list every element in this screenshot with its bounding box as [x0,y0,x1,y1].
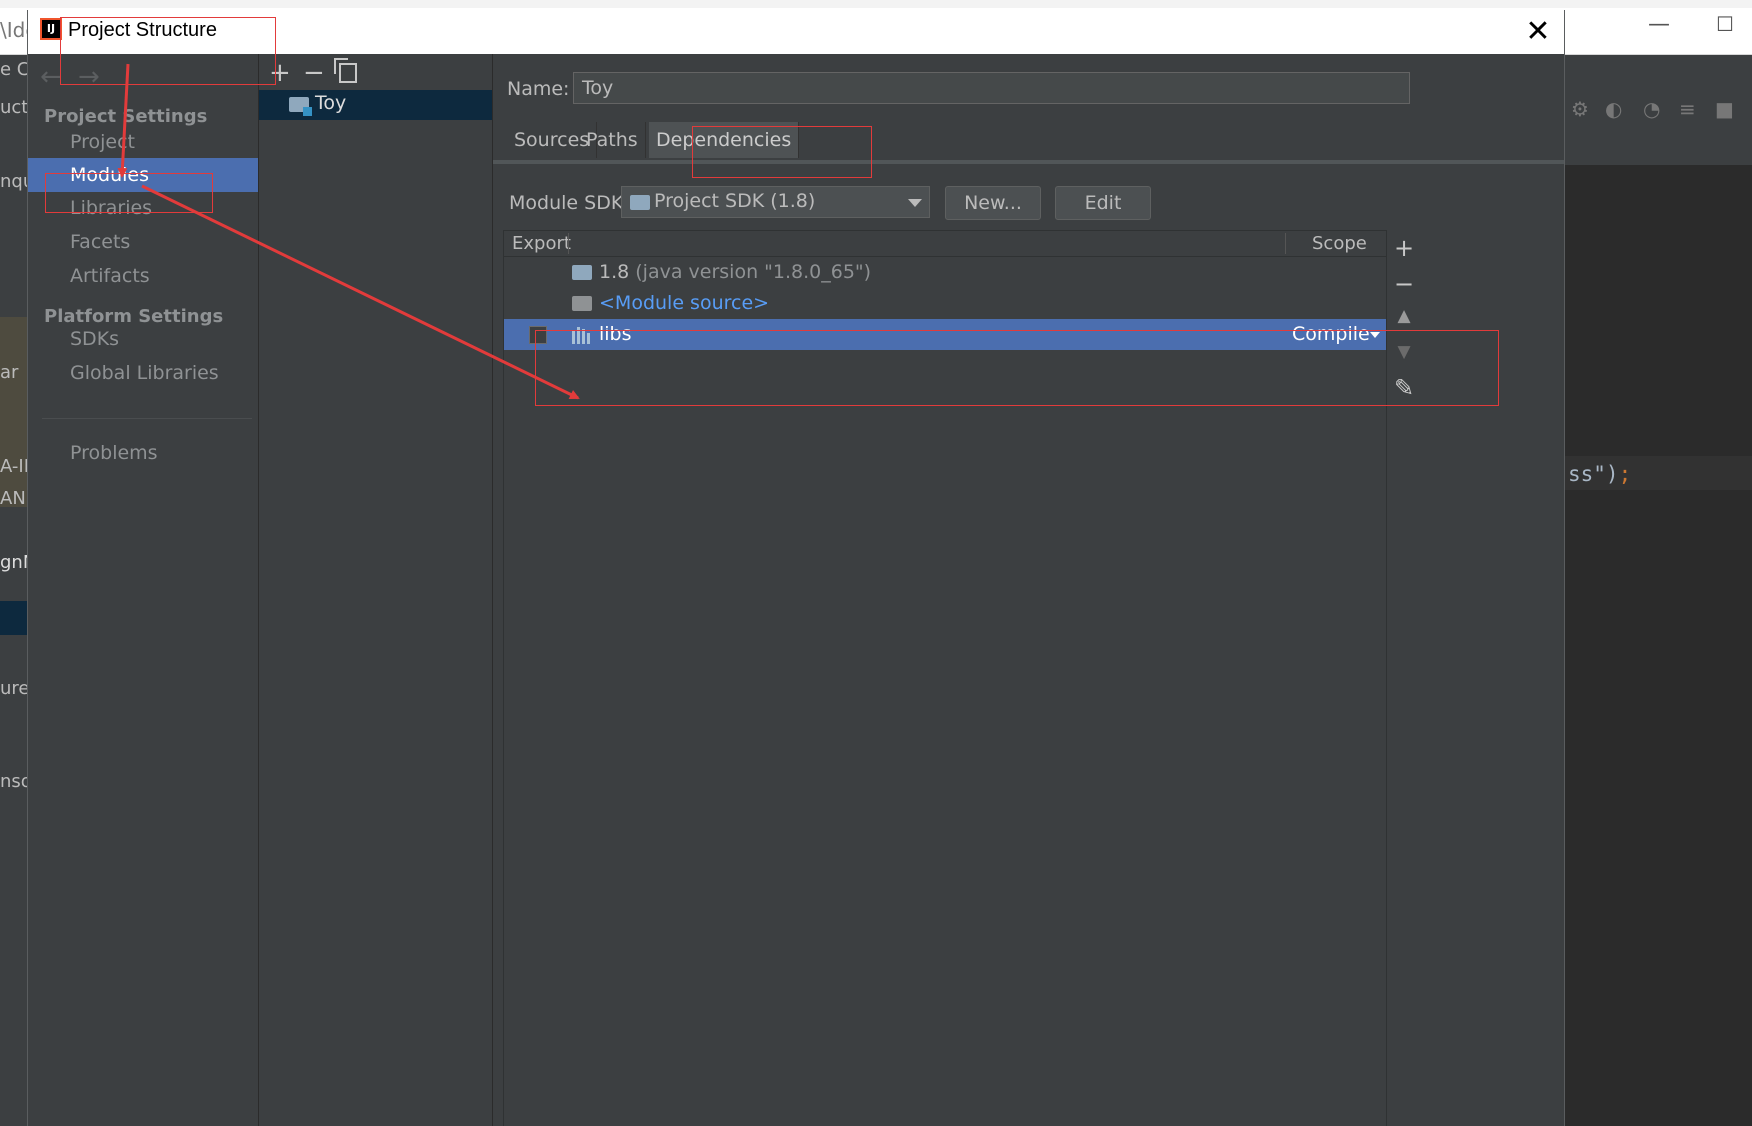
annotation-arrow-down [117,63,130,178]
annotation-arrow-diagonal [141,184,580,400]
annotation-arrows [117,63,580,400]
